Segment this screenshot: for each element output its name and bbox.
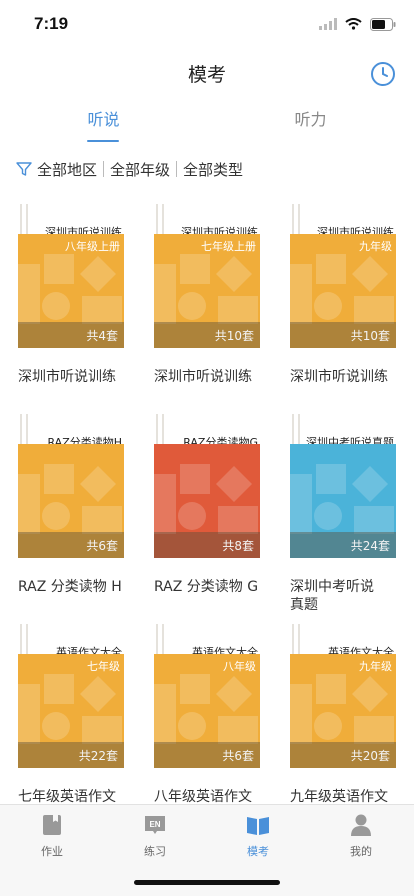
card-caption: RAZ 分类读物 G [154,579,259,595]
book-cover: 七年级 共22套 [18,654,124,768]
tab-mock-exam[interactable]: 模考 [206,813,310,859]
tab-listening[interactable]: 听力 [207,104,414,144]
status-time: 7:19 [34,14,69,33]
book-footer: 共4套 [18,322,124,348]
book-cover: 七年级上册 共10套 [154,234,260,348]
book-footer: 共10套 [154,322,260,348]
profile-icon [351,814,371,836]
cover-pattern [18,464,122,534]
book-cover: 共8套 [154,444,260,558]
filter-bar: 全部地区 全部年级 全部类型 [0,152,414,186]
cover-pattern [290,674,394,744]
filter-region[interactable]: 全部地区 [37,159,97,180]
card-caption: RAZ 分类读物 H [18,579,122,595]
cover-pattern [18,674,122,744]
page-title: 模考 [187,64,226,86]
book-footer: 共24套 [290,532,396,558]
set-count: 共6套 [86,539,118,553]
card-caption: 深圳市听说训练 [18,369,116,385]
book-cover-art: 英语作文大全 八年级 共6套 [154,624,260,768]
cover-pattern [290,464,394,534]
set-count: 共6套 [222,749,254,763]
filter-type[interactable]: 全部类型 [183,159,243,180]
status-bar: 7:19 [0,0,414,50]
book-cover: 共24套 [290,444,396,558]
set-count: 共10套 [214,329,254,343]
nav-bar: 模考 [0,50,414,96]
book-footer: 共22套 [18,742,124,768]
tab-label: 练习 [144,845,166,858]
clock-icon[interactable] [370,61,396,87]
filter-icon [16,162,32,176]
tab-label: 模考 [247,845,269,858]
card-caption: 深圳市听说训练 [154,369,252,385]
filter-divider [176,161,178,177]
filter-grade[interactable]: 全部年级 [110,159,170,180]
cover-pattern [154,464,258,534]
book-cover: 八年级上册 共4套 [18,234,124,348]
tab-practice[interactable]: EN 练习 [103,813,207,859]
book-cover-art: RAZ分类读物G 共8套 [154,414,260,558]
book-cover: 共6套 [18,444,124,558]
set-count: 共8套 [222,539,254,553]
book-subtitle: 七年级 [87,660,120,673]
book-footer: 共10套 [290,322,396,348]
book-cover-art: RAZ分类读物H 共6套 [18,414,124,558]
book-cover-art: 英语作文大全 九年级 共20套 [290,624,396,768]
home-indicator [134,880,280,885]
book-subtitle: 九年级 [359,660,392,673]
practice-en-icon: EN [145,816,165,834]
homework-icon [43,815,61,835]
book-footer: 共6套 [154,742,260,768]
book-subtitle: 七年级上册 [201,240,256,253]
card-caption: 深圳市听说训练 [290,369,388,385]
set-count: 共10套 [350,329,390,343]
book-footer: 共6套 [18,532,124,558]
signal-icon [319,18,337,30]
tab-homework[interactable]: 作业 [0,813,104,859]
set-count: 共20套 [350,749,390,763]
wifi-icon [345,18,362,30]
tab-bar-top: 听说 听力 [0,104,414,144]
tab-listen-speak[interactable]: 听说 [0,104,207,144]
book-cover-art: 深圳市听说训练 八年级上册 共4套 [18,204,124,348]
book-cover: 八年级 共6套 [154,654,260,768]
active-tab-indicator [87,140,119,142]
cover-pattern [154,254,258,324]
filter-divider [103,161,105,177]
book-cover-art: 深圳市听说训练 七年级上册 共10套 [154,204,260,348]
tab-profile[interactable]: 我的 [309,813,413,859]
book-icon [247,817,269,835]
book-footer: 共8套 [154,532,260,558]
cover-pattern [154,674,258,744]
book-cover-art: 深圳中考听说真题 共24套 [290,414,396,558]
book-cover-art: 英语作文大全 七年级 共22套 [18,624,124,768]
card-caption: 深圳中考听说真题 [290,579,374,613]
tab-label: 作业 [41,845,63,858]
status-icons [319,16,396,32]
book-subtitle: 八年级 [223,660,256,673]
book-cover: 九年级 共20套 [290,654,396,768]
book-subtitle: 九年级 [359,240,392,253]
book-cover: 九年级 共10套 [290,234,396,348]
book-cover-art: 深圳市听说训练 九年级 共10套 [290,204,396,348]
book-subtitle: 八年级上册 [65,240,120,253]
tab-label: 我的 [350,845,372,858]
book-footer: 共20套 [290,742,396,768]
svg-text:EN: EN [149,820,160,829]
set-count: 共4套 [86,329,118,343]
battery-icon [370,17,396,31]
set-count: 共22套 [78,749,118,763]
cover-pattern [290,254,394,324]
cover-pattern [18,254,122,324]
set-count: 共24套 [350,539,390,553]
